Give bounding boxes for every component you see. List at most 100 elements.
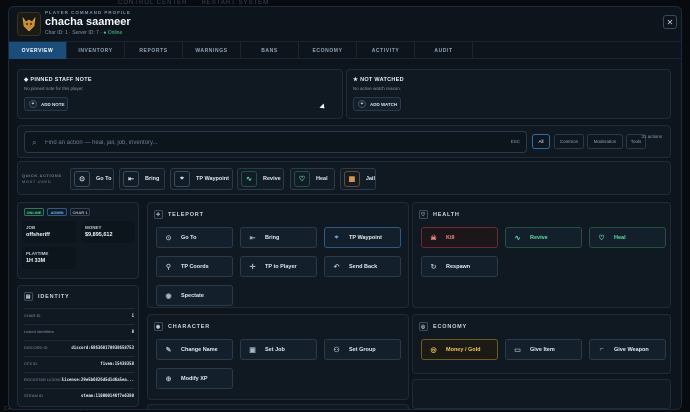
admin-pill: ADMIN (47, 208, 67, 216)
tab-reports[interactable]: REPORTS (125, 42, 183, 59)
eye-icon: ◉ (165, 292, 172, 300)
character-section-icon: ◉ (154, 322, 163, 331)
undo-icon: ↶ (333, 263, 340, 271)
filter-common[interactable]: Common (554, 134, 584, 149)
group-icon: ⚇ (333, 346, 340, 354)
action-count: 31 actions (641, 134, 662, 139)
modal-header: PLAYER COMMAND PROFILE chacha saameer Ch… (9, 7, 681, 41)
health-revive-button[interactable]: ∿ Revive (505, 227, 582, 248)
teleport-title: TELEPORT (168, 211, 204, 218)
teleport-header: ✛ TELEPORT (154, 210, 204, 219)
tab-warnings[interactable]: WARNINGS (183, 42, 241, 59)
identity-value[interactable]: discord:686360170938658753 (71, 345, 134, 350)
teleport-tp-to-player-button[interactable]: ✛ TP to Player (240, 256, 317, 277)
teleport-spectate-button[interactable]: ◉ Spectate (156, 285, 233, 306)
player-meta: Char ID: 1 · Server ID: 7 · ● Online (45, 30, 122, 36)
heart-icon: ♡ (294, 171, 310, 187)
health-title: HEALTH (433, 211, 460, 218)
economy-give-weapon-button[interactable]: ⌐ Give Weapon (589, 339, 666, 360)
tab-activity[interactable]: ACTIVITY (357, 42, 415, 59)
search-input[interactable] (45, 136, 495, 149)
identity-card: ▤ IDENTITY CHAR ID 1 Linked identifiers 8 DIS… (17, 285, 139, 407)
action-label: Set Job (265, 346, 285, 353)
action-label: Send Back (349, 263, 378, 270)
close-button[interactable]: ✕ (663, 15, 677, 29)
character-modify-xp-button[interactable]: ⊕ Modify XP (156, 368, 233, 389)
identity-value[interactable]: license:29e5b6826d5d1d6a5ea... (62, 377, 134, 382)
identity-row: CHAR ID 1 (24, 308, 134, 320)
quick-action-label: Go To (96, 176, 112, 182)
identity-value[interactable]: 8 (132, 329, 134, 334)
header-subtitle: PLAYER COMMAND PROFILE (45, 10, 131, 15)
playtime-stat: PLAYTIME 1H 33M (22, 247, 76, 269)
quick-action-jail-button[interactable]: ▦ Jail (340, 168, 376, 190)
tab-economy[interactable]: ECONOMY (299, 42, 357, 59)
identity-value[interactable]: fivem:15438358 (100, 361, 134, 366)
search-box: ⌕ ESC (24, 131, 527, 153)
waypoint-icon: ⌖ (334, 233, 339, 241)
quick-actions-label: QUICK ACTIONS MOST USED (22, 173, 62, 185)
pinned-note-text: No pinned note for this player. (24, 86, 84, 91)
action-label: Spectate (181, 292, 204, 299)
player-ids: Char ID: 1 · Server ID: 7 · (45, 30, 102, 36)
quick-action-heal-button[interactable]: ♡ Heal (290, 168, 335, 190)
wolf-logo-icon (22, 16, 36, 32)
health-section: ♡ HEALTH ☠ Kill ∿ Revive ♡ Heal ↻ Respawn (412, 202, 671, 308)
teleport-go-to-button[interactable]: ⊙ Go To (156, 227, 233, 248)
action-label: Give Item (530, 346, 555, 353)
character-set-job-button[interactable]: ▣ Set Job (240, 339, 317, 360)
tab-audit[interactable]: AUDIT (415, 42, 473, 59)
teleport-bring-button[interactable]: ⇤ Bring (240, 227, 317, 248)
add-note-button[interactable]: + ADD NOTE (24, 97, 68, 111)
identity-title: IDENTITY (38, 293, 70, 300)
economy-money-gold-button[interactable]: ◎ Money / Gold (421, 339, 498, 360)
quick-action-go-to-button[interactable]: ⊙ Go To (70, 168, 114, 190)
action-label: Money / Gold (446, 346, 481, 353)
next-section-right (412, 379, 671, 409)
quick-action-tp-waypoint-button[interactable]: ⌖ TP Waypoint (170, 168, 233, 190)
search-panel: ⌕ ESC All Common Moderation Tools 31 act… (17, 125, 671, 158)
pulse-icon: ∿ (514, 234, 521, 242)
health-respawn-button[interactable]: ↻ Respawn (421, 256, 498, 277)
bring-icon: ⇤ (123, 171, 139, 187)
filter-moderation[interactable]: Moderation (587, 134, 623, 149)
identity-value[interactable]: steam:110000146f7e6380 (81, 393, 134, 398)
action-label: Go To (181, 234, 197, 241)
tab-inventory[interactable]: INVENTORY (67, 42, 125, 59)
action-label: Modify XP (181, 375, 208, 382)
teleport-tp-waypoint-button[interactable]: ⌖ TP Waypoint (324, 227, 401, 248)
character-set-group-button[interactable]: ⚇ Set Group (324, 339, 401, 360)
bring-icon: ⇤ (249, 234, 256, 242)
char-pill: CHAR 1 (70, 208, 90, 216)
quick-action-revive-button[interactable]: ∿ Revive (237, 168, 284, 190)
esc-hint: ESC (510, 139, 520, 144)
action-label: Set Group (349, 346, 376, 353)
identity-key: ROCKSTAR LICENCE (24, 377, 65, 382)
heart-icon: ♡ (598, 234, 605, 242)
filter-all[interactable]: All (532, 134, 550, 149)
close-icon: ✕ (666, 17, 674, 27)
avatar (17, 12, 41, 36)
action-label: Bring (265, 234, 280, 241)
tab-bans[interactable]: BANS (241, 42, 299, 59)
pulse-icon: ∿ (241, 171, 257, 187)
coin-icon: ◎ (430, 346, 437, 354)
teleport-send-back-button[interactable]: ↶ Send Back (324, 256, 401, 277)
watch-text: No active watch reason. (353, 86, 402, 91)
health-kill-button[interactable]: ☠ Kill (421, 227, 498, 248)
add-note-label: ADD NOTE (41, 101, 65, 107)
identity-value[interactable]: 1 (132, 313, 134, 318)
refresh-icon: ↻ (430, 263, 437, 271)
identity-key: Linked identifiers (24, 329, 55, 334)
tab-overview[interactable]: OVERVIEW (9, 42, 67, 59)
action-label: Respawn (446, 263, 471, 270)
health-heal-button[interactable]: ♡ Heal (589, 227, 666, 248)
add-watch-button[interactable]: + ADD WATCH (353, 97, 401, 111)
quick-action-bring-button[interactable]: ⇤ Bring (119, 168, 165, 190)
character-change-name-button[interactable]: ✎ Change Name (156, 339, 233, 360)
playtime-label: PLAYTIME (26, 251, 49, 256)
teleport-tp-coords-button[interactable]: ⚲ TP Coords (156, 256, 233, 277)
item-icon: ▭ (514, 346, 521, 354)
economy-header: ◎ ECONOMY (419, 322, 467, 331)
economy-give-item-button[interactable]: ▭ Give Item (505, 339, 582, 360)
